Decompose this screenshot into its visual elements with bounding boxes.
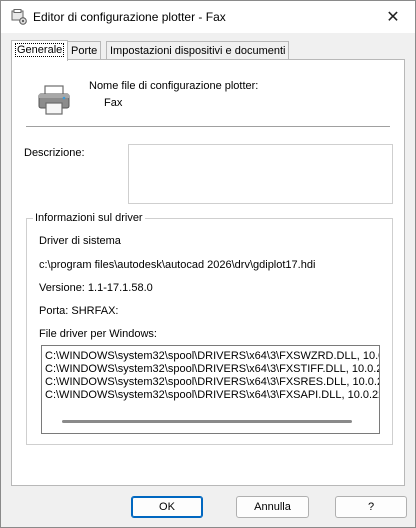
driver-type: Driver di sistema (39, 235, 121, 247)
driver-path: c:\program files\autodesk\autocad 2026\d… (39, 259, 316, 271)
tab-label: Impostazioni dispositivi e documenti (110, 45, 286, 57)
plotter-config-window: Editor di configurazione plotter - Fax ✕… (0, 0, 416, 528)
windows-driver-file-list[interactable]: C:\WINDOWS\system32\spool\DRIVERS\x64\3\… (41, 345, 380, 434)
printer-icon (36, 82, 72, 118)
tab-porte[interactable]: Porte (67, 41, 102, 60)
list-item[interactable]: C:\WINDOWS\system32\spool\DRIVERS\x64\3\… (45, 350, 379, 363)
list-item[interactable]: C:\WINDOWS\system32\spool\DRIVERS\x64\3\… (45, 363, 379, 376)
windows-driver-label: File driver per Windows: (39, 328, 157, 340)
tab-label: Porte (71, 45, 98, 57)
separator (26, 126, 390, 127)
driver-version: Versione: 1.1-17.1.58.0 (39, 282, 153, 294)
ok-button[interactable]: OK (131, 496, 203, 518)
tab-impostazioni[interactable]: Impostazioni dispositivi e documenti (106, 41, 290, 60)
horizontal-scrollbar[interactable] (62, 420, 352, 423)
driver-info-title: Informazioni sul driver (33, 212, 145, 224)
driver-port: Porta: SHRFAX: (39, 305, 119, 317)
cancel-button[interactable]: Annulla (236, 496, 309, 518)
plotter-config-icon (11, 9, 27, 25)
title-bar: Editor di configurazione plotter - Fax ✕ (1, 1, 415, 33)
config-file-name-value: Fax (104, 97, 123, 109)
help-button[interactable]: ? (335, 496, 407, 518)
config-file-name-label: Nome file di configurazione plotter: (89, 80, 259, 92)
list-item[interactable]: C:\WINDOWS\system32\spool\DRIVERS\x64\3\… (45, 389, 379, 402)
description-field[interactable] (128, 144, 393, 204)
tab-label: Generale (15, 43, 65, 57)
general-panel: Nome file di configurazione plotter: Fax… (11, 59, 405, 486)
window-title: Editor di configurazione plotter - Fax (33, 10, 226, 24)
close-icon: ✕ (386, 9, 400, 26)
list-item[interactable]: C:\WINDOWS\system32\spool\DRIVERS\x64\3\… (45, 376, 379, 389)
close-button[interactable]: ✕ (371, 1, 415, 33)
tab-generale[interactable]: Generale (11, 40, 69, 61)
description-label: Descrizione: (24, 147, 85, 159)
